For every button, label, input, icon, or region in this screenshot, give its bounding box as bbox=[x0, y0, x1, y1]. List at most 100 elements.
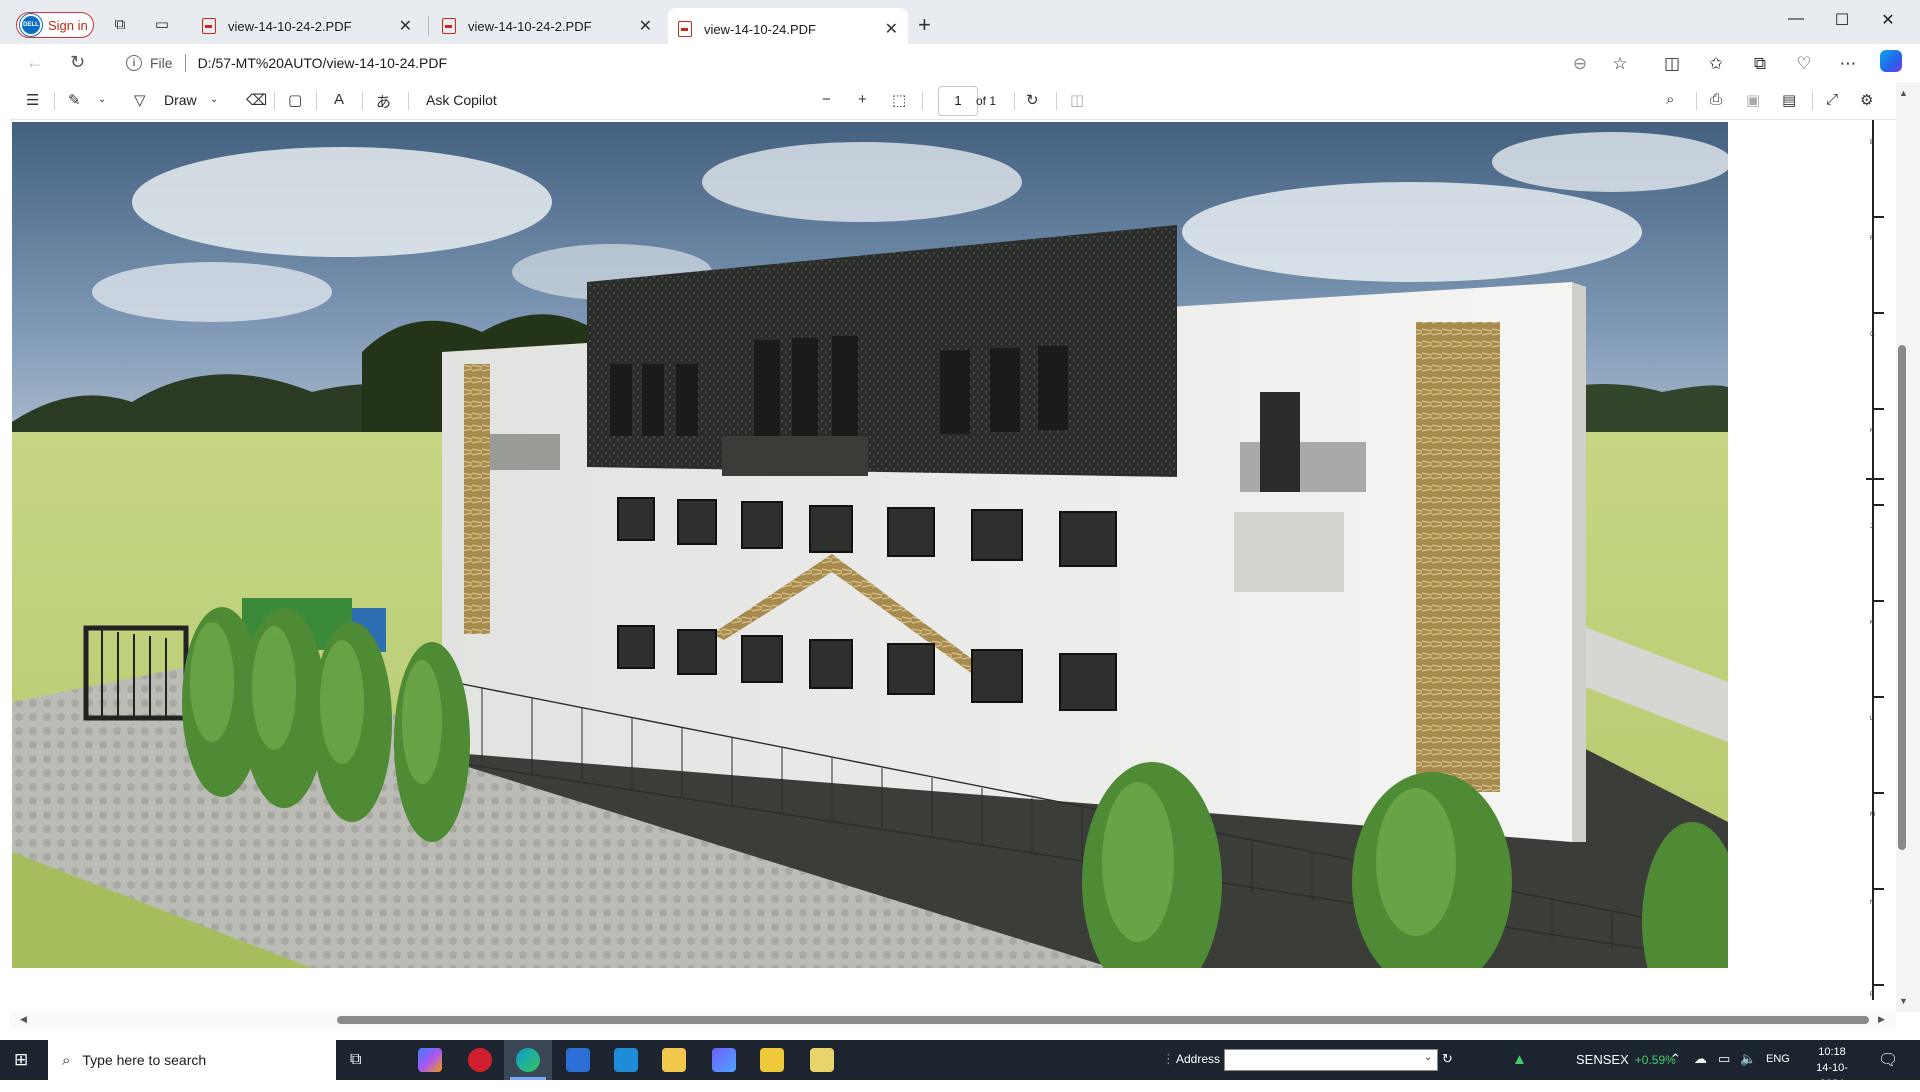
scroll-left-arrow-icon[interactable]: ◀ bbox=[20, 1014, 27, 1025]
profile-button[interactable]: DELL Sign in bbox=[16, 12, 94, 38]
ruler-tick bbox=[1874, 408, 1884, 410]
fit-page-icon[interactable]: ⬚ bbox=[892, 91, 906, 109]
language-indicator[interactable]: ENG bbox=[1766, 1053, 1790, 1065]
close-window-icon[interactable]: ✕ bbox=[1868, 10, 1908, 30]
ruler-tick bbox=[1874, 792, 1884, 794]
favorite-star-icon[interactable]: ☆ bbox=[1608, 54, 1632, 74]
horizontal-scroll-thumb[interactable] bbox=[337, 1016, 1869, 1024]
volume-icon[interactable]: 🔈 bbox=[1740, 1051, 1756, 1067]
toolbar-divider bbox=[1014, 92, 1015, 110]
split-screen-icon[interactable]: ◫ bbox=[1660, 54, 1684, 74]
ruler-letter: K bbox=[1870, 620, 1875, 626]
scroll-right-arrow-icon[interactable]: ▶ bbox=[1878, 1014, 1885, 1025]
windows-taskbar: ⊞ ⌕ Type here to search ⧉ ⋮ Address ⌄ ↻ … bbox=[0, 1040, 1920, 1090]
copilot-app-icon[interactable] bbox=[418, 1048, 442, 1072]
scheme-label: File bbox=[150, 55, 173, 71]
stock-widget[interactable]: SENSEX +0.59% bbox=[1576, 1052, 1676, 1067]
scroll-down-arrow-icon[interactable]: ▼ bbox=[1899, 996, 1908, 1006]
new-tab-button[interactable]: + bbox=[918, 12, 931, 38]
ruler-tick bbox=[1874, 600, 1884, 602]
toolbar-divider bbox=[408, 92, 409, 110]
refresh-icon[interactable]: ↻ bbox=[70, 52, 85, 73]
chevron-down-icon[interactable]: ⌄ bbox=[98, 94, 106, 105]
onedrive-icon[interactable]: ☁ bbox=[1694, 1051, 1707, 1067]
ask-copilot-button[interactable]: Ask Copilot bbox=[426, 92, 497, 108]
ruler-letter: M bbox=[1870, 812, 1875, 818]
text-box-icon[interactable]: ▢ bbox=[288, 91, 302, 109]
opera-icon[interactable] bbox=[468, 1048, 492, 1072]
ruler-tick bbox=[1874, 888, 1884, 890]
address-go-icon[interactable]: ↻ bbox=[1442, 1051, 1453, 1067]
tray-overflow-chevron-icon[interactable]: ⌃ bbox=[1670, 1051, 1681, 1067]
toolbar-divider bbox=[274, 92, 275, 110]
scroll-up-arrow-icon[interactable]: ▲ bbox=[1899, 88, 1908, 98]
edge-icon[interactable] bbox=[516, 1048, 540, 1072]
workspaces-icon[interactable]: ⧉ bbox=[110, 15, 130, 35]
tab-strip: DELL Sign in ⧉ ▭ view-14-10-24-2.PDF ✕ v… bbox=[0, 0, 1920, 50]
task-view-icon[interactable]: ⧉ bbox=[350, 1051, 361, 1069]
address-dropdown-icon[interactable]: ⌄ bbox=[1424, 1052, 1432, 1063]
page-view-icon[interactable]: ◫ bbox=[1070, 91, 1084, 109]
draw-label[interactable]: Draw bbox=[164, 92, 197, 108]
tab-actions-icon[interactable]: ▭ bbox=[152, 15, 172, 35]
address-toolbar-label: Address bbox=[1176, 1052, 1221, 1066]
close-tab-icon[interactable]: ✕ bbox=[639, 16, 652, 36]
close-tab-icon[interactable]: ✕ bbox=[399, 16, 412, 36]
zoom-out-icon[interactable]: − bbox=[822, 91, 831, 108]
pdf-toolbar: ☰ ✎ ⌄ ▽ Draw ⌄ ⌫ ▢ A あ Ask Copilot − + ⬚… bbox=[10, 82, 1896, 120]
network-icon[interactable]: ▭ bbox=[1718, 1051, 1730, 1067]
back-icon[interactable]: ← bbox=[26, 52, 44, 73]
ruler-letter: L bbox=[1870, 716, 1874, 722]
tab-title: view-14-10-24-2.PDF bbox=[228, 18, 352, 34]
maximize-icon[interactable]: ☐ bbox=[1822, 10, 1862, 30]
tab-2[interactable]: view-14-10-24-2.PDF ✕ bbox=[432, 8, 662, 44]
save-icon[interactable]: ▣ bbox=[1746, 91, 1760, 109]
url-field[interactable]: i File D:/57-MT%20AUTO/view-14-10-24.PDF bbox=[112, 48, 1652, 78]
eraser-icon[interactable]: ⌫ bbox=[246, 91, 267, 109]
address-toolbar-input[interactable] bbox=[1224, 1049, 1438, 1071]
draw-icon[interactable]: ▽ bbox=[134, 91, 146, 109]
read-aloud-icon[interactable]: A bbox=[334, 91, 344, 108]
address-bar: ← ↻ i File D:/57-MT%20AUTO/view-14-10-24… bbox=[0, 44, 1920, 82]
copilot-icon[interactable] bbox=[1880, 50, 1902, 72]
save-as-icon[interactable]: ▤ bbox=[1782, 91, 1796, 109]
highlight-icon[interactable]: ✎ bbox=[68, 91, 81, 109]
search-icon[interactable]: ⌕ bbox=[1666, 91, 1674, 108]
zoom-in-icon[interactable]: + bbox=[858, 91, 867, 108]
taskbar-clock[interactable]: 10:18 14-10-2024 bbox=[1804, 1044, 1860, 1092]
chevron-down-icon[interactable]: ⌄ bbox=[210, 94, 218, 105]
notifications-icon[interactable]: 🗨 bbox=[1878, 1050, 1898, 1070]
rotate-icon[interactable]: ↻ bbox=[1026, 91, 1039, 109]
fullscreen-icon[interactable]: ⤢ bbox=[1826, 91, 1838, 108]
close-tab-icon[interactable]: ✕ bbox=[885, 19, 898, 39]
mail-icon[interactable] bbox=[614, 1048, 638, 1072]
notes-app-icon[interactable] bbox=[760, 1048, 784, 1072]
ruler-tick bbox=[1874, 504, 1884, 506]
print-icon[interactable]: ⎙ bbox=[1710, 91, 1722, 108]
vertical-scroll-thumb[interactable] bbox=[1898, 345, 1906, 850]
file-explorer-icon[interactable] bbox=[662, 1048, 686, 1072]
minimize-icon[interactable]: — bbox=[1776, 10, 1816, 28]
media-app-icon[interactable] bbox=[712, 1048, 736, 1072]
windows-start-icon[interactable]: ⊞ bbox=[14, 1050, 28, 1070]
more-menu-icon[interactable]: ⋯ bbox=[1836, 54, 1860, 74]
browser-essentials-icon[interactable]: ♡ bbox=[1792, 54, 1816, 74]
pdf-document-area[interactable]: E F G H J K L M N P bbox=[10, 120, 1896, 1030]
collections-icon[interactable]: ⧉ bbox=[1748, 54, 1772, 74]
tab-1[interactable]: view-14-10-24-2.PDF ✕ bbox=[192, 8, 422, 44]
translate-icon[interactable]: あ bbox=[376, 91, 391, 112]
favorites-icon[interactable]: ✩ bbox=[1704, 54, 1728, 74]
search-placeholder: Type here to search bbox=[82, 1052, 207, 1068]
toolbar-divider bbox=[1812, 92, 1813, 110]
toolbar-divider bbox=[1696, 92, 1697, 110]
sketch-app-icon[interactable] bbox=[810, 1048, 834, 1072]
contents-icon[interactable]: ☰ bbox=[26, 91, 39, 109]
taskbar-search-box[interactable]: ⌕ Type here to search bbox=[48, 1040, 336, 1080]
page-number-input[interactable]: 1 bbox=[938, 86, 978, 116]
info-icon[interactable]: i bbox=[126, 55, 142, 71]
pdf-icon bbox=[442, 18, 456, 34]
microsoft-store-icon[interactable] bbox=[566, 1048, 590, 1072]
zoom-out-icon[interactable]: ⊖ bbox=[1568, 54, 1592, 74]
tab-title: view-14-10-24.PDF bbox=[704, 21, 816, 37]
settings-gear-icon[interactable]: ⚙ bbox=[1860, 91, 1873, 109]
